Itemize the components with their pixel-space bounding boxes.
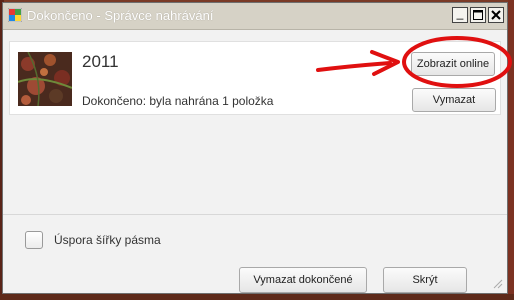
clear-completed-button[interactable]: Vymazat dokončené <box>239 267 367 293</box>
maximize-button[interactable] <box>470 7 486 23</box>
album-title: 2011 <box>82 52 119 71</box>
bandwidth-saving-option[interactable]: Úspora šířky pásma <box>25 231 161 249</box>
title-bar[interactable]: Dokončeno - Správce nahrávání _ <box>3 3 507 30</box>
view-online-button[interactable]: Zobrazit online <box>411 52 495 76</box>
upload-status: Dokončeno: byla nahrána 1 položka <box>82 94 274 108</box>
bandwidth-label: Úspora šířky pásma <box>54 233 161 247</box>
close-button[interactable] <box>488 7 504 23</box>
desktop-background <box>0 294 514 300</box>
minimize-button[interactable]: _ <box>452 7 468 23</box>
delete-button[interactable]: Vymazat <box>412 88 496 112</box>
hide-button[interactable]: Skrýt <box>383 267 467 293</box>
upload-manager-window: Dokončeno - Správce nahrávání _ 2011 Dok… <box>2 2 508 294</box>
resize-grip-icon[interactable] <box>491 277 503 289</box>
bandwidth-checkbox[interactable] <box>25 231 43 249</box>
desktop-background <box>508 0 514 300</box>
window-title: Dokončeno - Správce nahrávání <box>27 8 214 23</box>
album-thumbnail[interactable] <box>18 52 72 106</box>
divider <box>3 214 507 215</box>
picasa-app-icon <box>8 8 22 22</box>
upload-item-panel: 2011 Dokončeno: byla nahrána 1 položka Z… <box>9 41 501 115</box>
close-icon <box>491 10 501 20</box>
minimize-icon: _ <box>456 6 464 20</box>
maximize-icon <box>473 10 483 20</box>
